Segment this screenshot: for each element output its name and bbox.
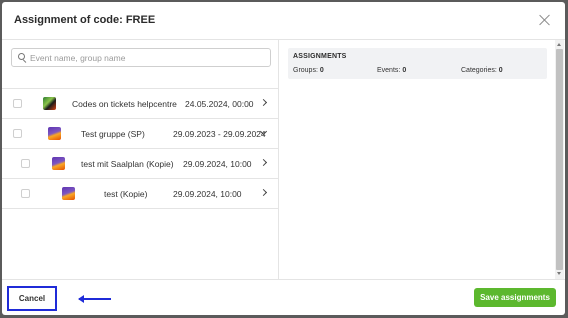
event-checkbox[interactable] [13,129,22,138]
event-name: test (Kopie) [104,189,148,199]
events-stat: Events: 0 [377,67,406,74]
event-thumbnail [62,187,75,200]
categories-label: Categories: [461,67,497,74]
events-label: Events: [377,67,401,74]
event-list: Codes on tickets helpcentre 24.05.2024, … [2,88,279,209]
dialog-footer: Cancel Save assignments [2,279,565,315]
save-assignments-button[interactable]: Save assignments [474,288,556,307]
assignments-panel: ASSIGNMENTS Groups: 0 Events: 0 Categori… [280,40,565,279]
events-count: 0 [402,67,407,74]
event-checkbox[interactable] [21,189,30,198]
search-input[interactable] [30,50,266,65]
assignment-dialog: Assignment of code: FREE Codes on ticket… [2,2,565,315]
event-date: 29.09.2023 - 29.09.2024 [173,129,266,139]
event-name: Test gruppe (SP) [81,129,145,139]
event-row-test-gruppe[interactable]: Test gruppe (SP) 29.09.2023 - 29.09.2024 [2,119,279,149]
groups-label: Groups: [293,67,318,74]
event-checkbox[interactable] [21,159,30,168]
search-field[interactable] [11,48,271,67]
event-row-test-mit-saalplan[interactable]: test mit Saalplan (Kopie) 29.09.2024, 10… [2,149,279,179]
cancel-button[interactable]: Cancel [7,286,57,311]
assignments-title: ASSIGNMENTS [293,53,347,60]
scrollbar-thumb[interactable] [556,49,563,270]
event-thumbnail [52,157,65,170]
scroll-down-icon[interactable] [557,272,561,275]
event-row-test-kopie[interactable]: test (Kopie) 29.09.2024, 10:00 [2,179,279,209]
event-name: Codes on tickets helpcentre [72,99,177,109]
event-date: 29.09.2024, 10:00 [183,159,252,169]
chevron-right-icon[interactable] [259,158,268,167]
assignments-summary: ASSIGNMENTS Groups: 0 Events: 0 Categori… [288,48,547,79]
event-date: 29.09.2024, 10:00 [173,189,242,199]
event-thumbnail [48,127,61,140]
event-name: test mit Saalplan (Kopie) [81,159,174,169]
chevron-right-icon[interactable] [259,188,268,197]
event-thumbnail [43,97,56,110]
chevron-right-icon[interactable] [259,98,268,107]
scroll-up-icon[interactable] [557,43,561,46]
annotation-arrow-icon [78,295,111,303]
categories-stat: Categories: 0 [461,67,503,74]
event-list-panel: Codes on tickets helpcentre 24.05.2024, … [2,40,279,279]
groups-stat: Groups: 0 [293,67,324,74]
panel-scrollbar[interactable] [555,40,564,279]
event-row-codes-on-tickets[interactable]: Codes on tickets helpcentre 24.05.2024, … [2,89,279,119]
close-icon[interactable] [538,13,552,27]
groups-count: 0 [319,67,324,74]
dialog-title: Assignment of code: FREE [14,14,156,26]
dialog-header: Assignment of code: FREE [2,2,565,40]
event-date: 24.05.2024, 00:00 [185,99,254,109]
search-icon [18,53,27,62]
event-checkbox[interactable] [13,99,22,108]
categories-count: 0 [498,67,503,74]
